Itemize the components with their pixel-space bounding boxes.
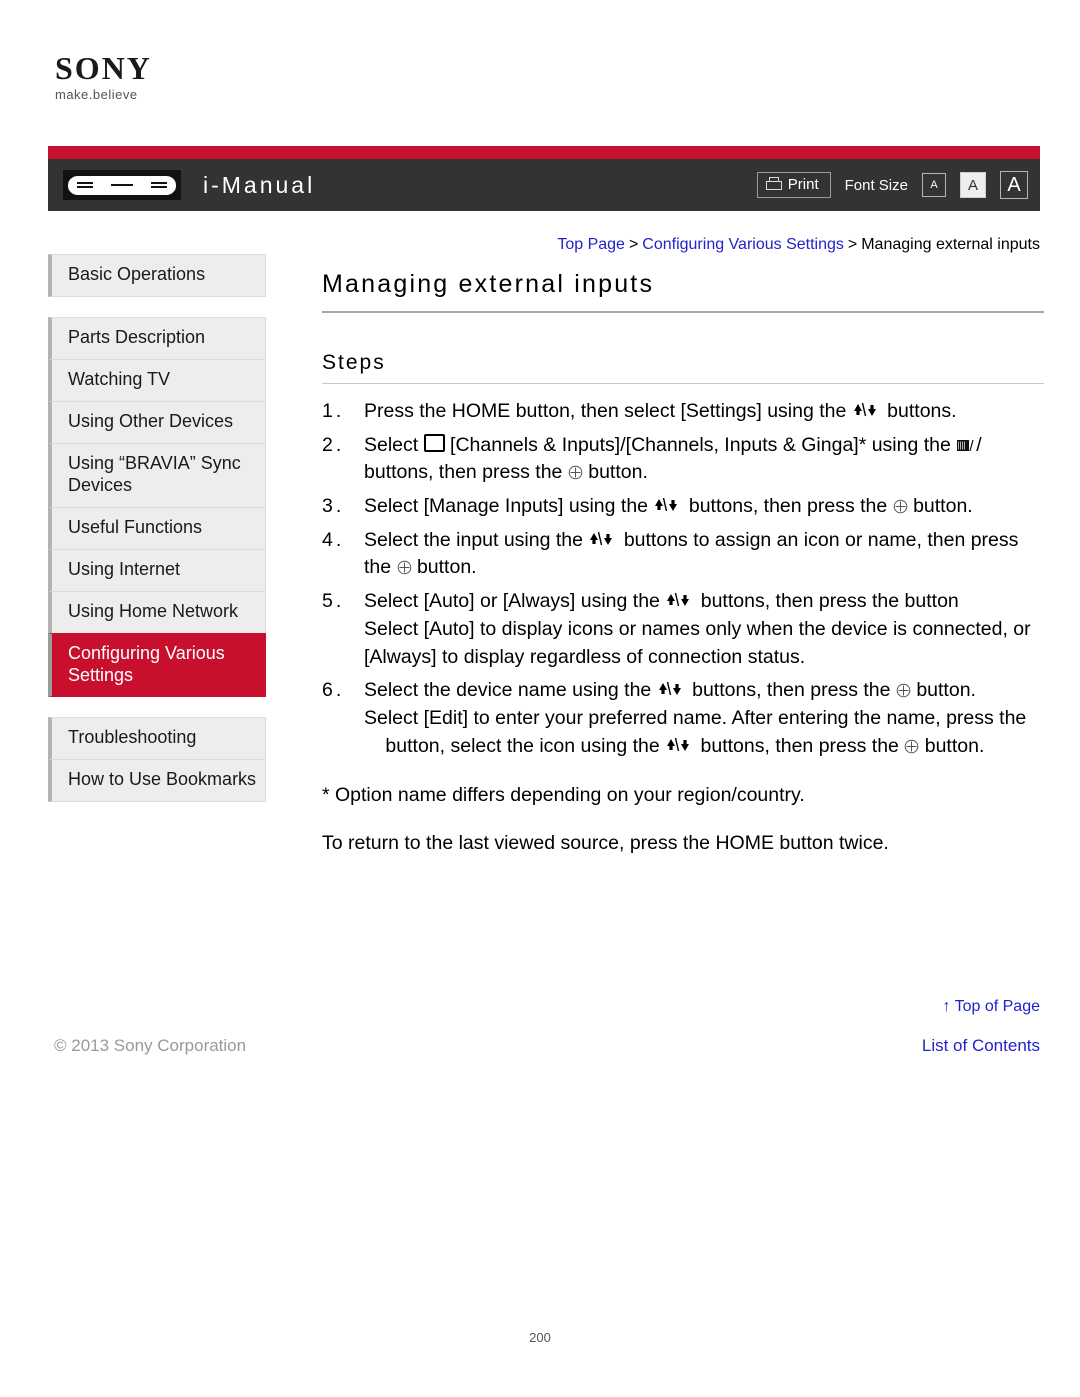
- up-down-buttons-icon: [665, 737, 695, 754]
- font-size-large-button[interactable]: A: [1000, 171, 1028, 199]
- step-item: 2. Select [Channels & Inputs]/[Channels, …: [322, 432, 1044, 487]
- section-title-steps: Steps: [322, 351, 1044, 384]
- sidebar-item-using-bravia-sync-devices[interactable]: Using “BRAVIA” Sync Devices: [48, 442, 266, 508]
- up-down-buttons-icon: [588, 531, 618, 548]
- step-item: 5. Select [Auto] or [Always] using the bu…: [322, 588, 1044, 671]
- page-title: Managing external inputs: [322, 270, 1044, 313]
- sony-wordmark: SONY: [55, 50, 152, 86]
- step-number: 6.: [322, 679, 345, 702]
- steps-list: 1. Press the HOME button, then select [Se…: [322, 398, 1044, 760]
- step-item: 6. Select the device name using the butto…: [322, 677, 1044, 760]
- step-item: 1. Press the HOME button, then select [Se…: [322, 398, 1044, 426]
- sidebar-item-troubleshooting[interactable]: Troubleshooting: [48, 717, 266, 761]
- sidebar-item-using-home-network[interactable]: Using Home Network: [48, 590, 266, 634]
- copyright-text: © 2013 Sony Corporation: [54, 1036, 247, 1055]
- step-number: 4.: [322, 528, 345, 551]
- footnote: * Option name differs depending on your …: [322, 784, 805, 807]
- sidebar-item-how-to-use-bookmarks[interactable]: How to Use Bookmarks: [48, 759, 266, 803]
- step-text: Select [Manage Inputs] using the buttons…: [364, 495, 973, 518]
- app-header: i-Manual Print Font Size A A A: [48, 159, 1040, 211]
- step-text: Select [Channels & Inputs]/[Channels, In…: [364, 433, 982, 484]
- sidebar-group-2: Parts Description Watching TV Using Othe…: [48, 316, 266, 698]
- sidebar-item-watching-tv[interactable]: Watching TV: [48, 358, 266, 402]
- sidebar-navigation: Basic Operations Parts Description Watch…: [48, 254, 266, 822]
- breadcrumb: Top Page > Configuring Various Settings > Ma…: [557, 236, 1040, 254]
- sidebar-item-basic-operations[interactable]: Basic Operations: [48, 254, 266, 297]
- sidebar-group-3: Troubleshooting How to Use Bookmarks: [48, 717, 266, 803]
- circled-plus-icon: [893, 495, 908, 514]
- step-text: Select the input using the buttons to as…: [364, 528, 1019, 579]
- display-square-icon: [423, 433, 445, 452]
- font-size-label: Font Size: [844, 176, 908, 194]
- up-down-buttons-icon: [657, 682, 687, 698]
- font-size-small-button[interactable]: A: [922, 173, 946, 197]
- remote-small-icon: [956, 434, 976, 451]
- closing-note: To return to the last viewed source, pre…: [322, 831, 889, 854]
- circled-plus-icon: [904, 735, 919, 753]
- sidebar-item-using-other-devices[interactable]: Using Other Devices: [48, 400, 266, 444]
- sidebar-item-using-internet[interactable]: Using Internet: [48, 548, 266, 592]
- step-number: 5.: [322, 590, 345, 613]
- circled-plus-icon: [568, 461, 583, 480]
- app-title: i-Manual: [203, 171, 316, 198]
- breadcrumb-item-configuring-various-settings[interactable]: Configuring Various Settings: [642, 236, 844, 253]
- up-down-buttons-icon: [852, 402, 882, 419]
- sidebar-item-configuring-various-settings[interactable]: Configuring Various Settings: [48, 632, 266, 698]
- printer-icon: [765, 177, 782, 192]
- list-of-contents-link[interactable]: List of Contents: [922, 1036, 1040, 1056]
- step-item: 3. Select [Manage Inputs] using the butto…: [322, 493, 1044, 521]
- up-down-buttons-icon: [653, 497, 683, 514]
- sidebar-item-parts-description[interactable]: Parts Description: [48, 316, 266, 360]
- sidebar-item-useful-functions[interactable]: Useful Functions: [48, 506, 266, 550]
- step-text: Select the device name using the buttons…: [364, 679, 1027, 757]
- top-of-page-link[interactable]: ↑ Top of Page: [942, 998, 1040, 1016]
- sony-tagline: make.believe: [55, 87, 138, 102]
- circled-plus-icon: [896, 679, 911, 698]
- up-down-buttons-icon: [665, 592, 695, 609]
- step-number: 3.: [322, 495, 345, 518]
- circled-plus-icon: [397, 556, 412, 575]
- sidebar-group-1: Basic Operations: [48, 254, 266, 297]
- step-number: 2.: [322, 433, 345, 456]
- page-number: 200: [529, 1330, 551, 1345]
- step-item: 4. Select the input using the buttons to …: [322, 527, 1044, 582]
- print-button-label: Print: [787, 176, 819, 193]
- main-content: Managing external inputs Steps 1. Press t…: [322, 270, 1044, 857]
- font-size-medium-button[interactable]: A: [960, 172, 986, 198]
- breadcrumb-item-top-page[interactable]: Top Page: [557, 236, 625, 253]
- remote-control-icon: [63, 170, 181, 200]
- header-red-accent-bar: [48, 146, 1040, 159]
- breadcrumb-item-current: Managing external inputs: [861, 236, 1040, 253]
- breadcrumb-separator: >: [628, 236, 639, 253]
- step-number: 1.: [322, 400, 345, 422]
- breadcrumb-separator: >: [847, 236, 858, 253]
- header-tools: Print Font Size A A A: [756, 171, 1028, 199]
- step-text: Select [Auto] or [Always] using the butt…: [364, 590, 1031, 668]
- print-button[interactable]: Print: [756, 172, 831, 198]
- sony-logo: SONY make.believe: [55, 52, 315, 102]
- step-text: Press the HOME button, then select [Sett…: [364, 400, 957, 422]
